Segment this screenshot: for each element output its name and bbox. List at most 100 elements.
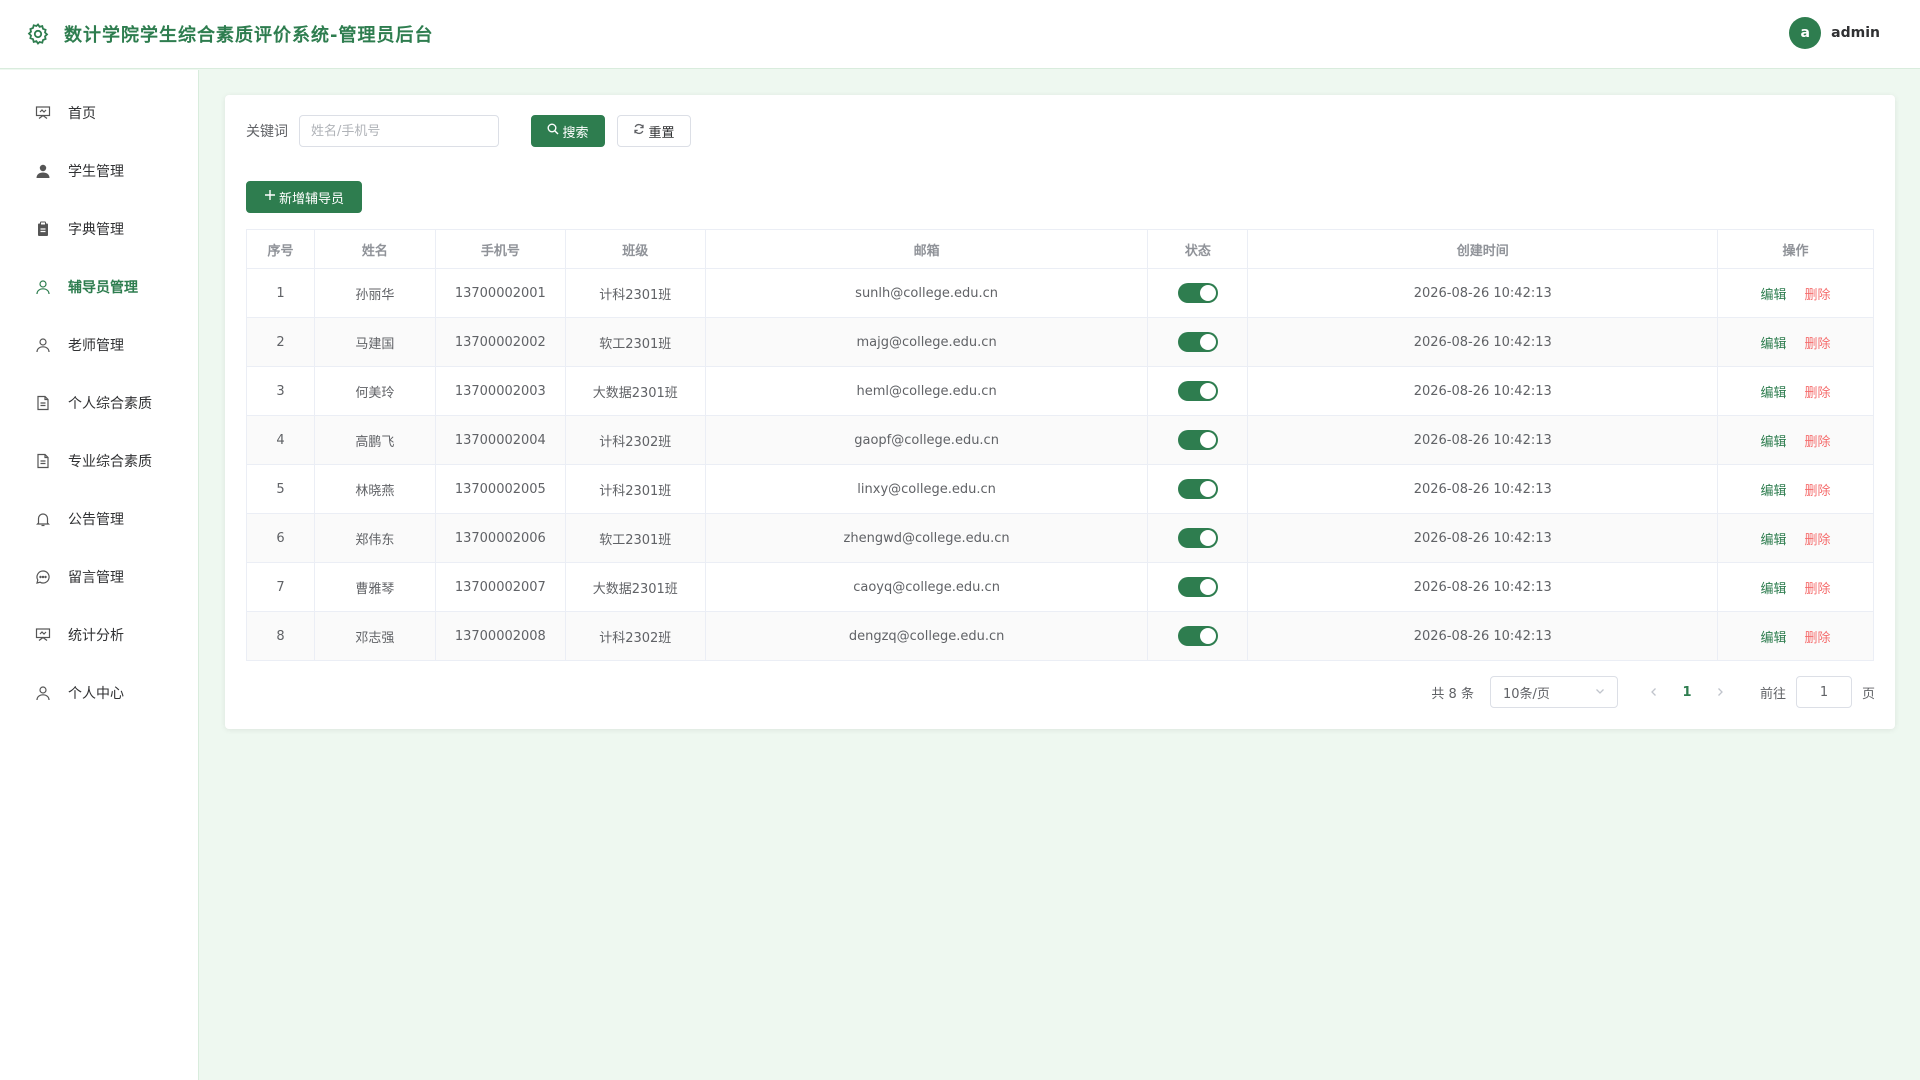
- sidebar-item-label: 个人中心: [68, 686, 124, 702]
- status-toggle[interactable]: [1177, 381, 1218, 401]
- edit-link[interactable]: 编辑: [1761, 386, 1787, 401]
- cell-name: 曹雅琴: [314, 562, 436, 612]
- edit-link[interactable]: 编辑: [1761, 337, 1787, 352]
- cell-email: majg@college.edu.cn: [705, 317, 1149, 367]
- sidebar-item-9[interactable]: 统计分析: [0, 611, 199, 659]
- delete-link[interactable]: 删除: [1805, 582, 1831, 597]
- cell-no: 2: [246, 317, 315, 367]
- delete-link[interactable]: 删除: [1805, 337, 1831, 352]
- avatar[interactable]: a: [1789, 17, 1822, 49]
- status-toggle[interactable]: [1177, 626, 1218, 646]
- keyword-input[interactable]: [299, 115, 499, 147]
- cell-status: [1147, 366, 1249, 416]
- sidebar-item-6[interactable]: 专业综合素质: [0, 437, 199, 485]
- chevron-right-icon: [1718, 688, 1723, 696]
- cell-name: 孙丽华: [314, 268, 436, 318]
- sidebar-item-0[interactable]: 首页: [0, 89, 199, 137]
- status-toggle[interactable]: [1177, 332, 1218, 352]
- status-toggle[interactable]: [1177, 283, 1218, 303]
- edit-link[interactable]: 编辑: [1761, 631, 1787, 646]
- edit-link[interactable]: 编辑: [1761, 288, 1787, 303]
- cell-name: 林晓燕: [314, 464, 436, 514]
- reset-button[interactable]: 重置: [617, 115, 691, 147]
- status-toggle[interactable]: [1177, 479, 1218, 499]
- delete-link[interactable]: 删除: [1805, 631, 1831, 646]
- edit-link[interactable]: 编辑: [1761, 582, 1787, 597]
- toggle-knob: [1199, 285, 1216, 301]
- sidebar-item-4[interactable]: 老师管理: [0, 321, 199, 369]
- clipboard-icon: [34, 220, 52, 238]
- add-counselor-label: 新增辅导员: [278, 191, 344, 207]
- table-row: 8 邓志强 13700002008 计科2302班 dengzq@college.edu…: [246, 611, 1874, 661]
- user-icon: [34, 336, 52, 354]
- delete-link[interactable]: 删除: [1805, 435, 1831, 450]
- page-number-current[interactable]: 1: [1668, 685, 1706, 700]
- cell-phone: 13700002006: [435, 513, 566, 563]
- cell-class: 计科2301班: [565, 464, 706, 514]
- cell-class: 计科2302班: [565, 611, 706, 661]
- presentation-icon: [34, 626, 52, 644]
- search-icon: [547, 123, 559, 139]
- cell-email: gaopf@college.edu.cn: [705, 415, 1149, 465]
- cell-status: [1147, 562, 1249, 612]
- status-toggle[interactable]: [1177, 577, 1218, 597]
- toggle-knob: [1199, 481, 1216, 497]
- sidebar-item-8[interactable]: 留言管理: [0, 553, 199, 601]
- sidebar-item-5[interactable]: 个人综合素质: [0, 379, 199, 427]
- status-toggle[interactable]: [1177, 430, 1218, 450]
- table-row: 7 曹雅琴 13700002007 大数据2301班 caoyq@college.edu…: [246, 562, 1874, 612]
- delete-link[interactable]: 删除: [1805, 288, 1831, 303]
- content-card: 关键词 搜索 重置 新增辅导员 序号姓名手机号班级邮箱状态创建时间操作 1孙丽华…: [225, 95, 1895, 729]
- add-counselor-button[interactable]: 新增辅导员: [246, 181, 362, 213]
- cell-status: [1147, 268, 1249, 318]
- status-toggle[interactable]: [1177, 528, 1218, 548]
- sidebar-item-7[interactable]: 公告管理: [0, 495, 199, 543]
- search-button[interactable]: 搜索: [531, 115, 605, 147]
- sidebar-item-3[interactable]: 辅导员管理: [0, 263, 199, 311]
- search-bar: 关键词 搜索 重置: [246, 115, 691, 147]
- column-header: 序号: [246, 229, 315, 269]
- cell-class: 软工2301班: [565, 317, 706, 367]
- edit-link[interactable]: 编辑: [1761, 484, 1787, 499]
- cell-actions: 编辑 删除: [1717, 464, 1874, 514]
- refresh-icon: [633, 123, 645, 139]
- cell-status: [1147, 464, 1249, 514]
- user-menu[interactable]: a admin: [1789, 17, 1880, 49]
- page-size-select[interactable]: 10条/页: [1489, 676, 1618, 708]
- cell-name: 何美玲: [314, 366, 436, 416]
- next-page-button[interactable]: [1706, 678, 1734, 706]
- cell-actions: 编辑 删除: [1717, 611, 1874, 661]
- cell-created: 2026-08-26 10:42:13: [1247, 464, 1719, 514]
- cell-email: zhengwd@college.edu.cn: [705, 513, 1149, 563]
- sidebar-item-10[interactable]: 个人中心: [0, 669, 199, 717]
- username[interactable]: admin: [1831, 25, 1880, 41]
- plus-icon: [264, 189, 276, 205]
- edit-link[interactable]: 编辑: [1761, 435, 1787, 450]
- cell-no: 1: [246, 268, 315, 318]
- cell-name: 高鹏飞: [314, 415, 436, 465]
- cell-actions: 编辑 删除: [1717, 562, 1874, 612]
- cell-email: caoyq@college.edu.cn: [705, 562, 1149, 612]
- sidebar-item-label: 个人综合素质: [68, 396, 152, 412]
- cell-class: 软工2301班: [565, 513, 706, 563]
- cell-status: [1147, 513, 1249, 563]
- toggle-knob: [1199, 383, 1216, 399]
- delete-link[interactable]: 删除: [1805, 484, 1831, 499]
- cell-no: 3: [246, 366, 315, 416]
- delete-link[interactable]: 删除: [1805, 386, 1831, 401]
- cell-email: dengzq@college.edu.cn: [705, 611, 1149, 661]
- cell-email: linxy@college.edu.cn: [705, 464, 1149, 514]
- counselor-table: 序号 姓名 手机号 班级 邮箱 状态 创建时间 操作 1 孙丽华 13700002001 计科230…: [246, 229, 1874, 661]
- page-suffix: 页: [1861, 686, 1875, 702]
- chat-icon: [34, 568, 52, 586]
- reset-button-label: 重置: [648, 125, 675, 141]
- sidebar-item-2[interactable]: 字典管理: [0, 205, 199, 253]
- sidebar-item-1[interactable]: 学生管理: [0, 147, 199, 195]
- prev-page-button[interactable]: [1640, 678, 1668, 706]
- delete-link[interactable]: 删除: [1805, 533, 1831, 548]
- column-header: 创建时间: [1247, 229, 1719, 269]
- edit-link[interactable]: 编辑: [1761, 533, 1787, 548]
- goto-page-input[interactable]: [1795, 676, 1852, 708]
- column-header: 姓名: [314, 229, 436, 269]
- cell-class: 大数据2301班: [565, 562, 706, 612]
